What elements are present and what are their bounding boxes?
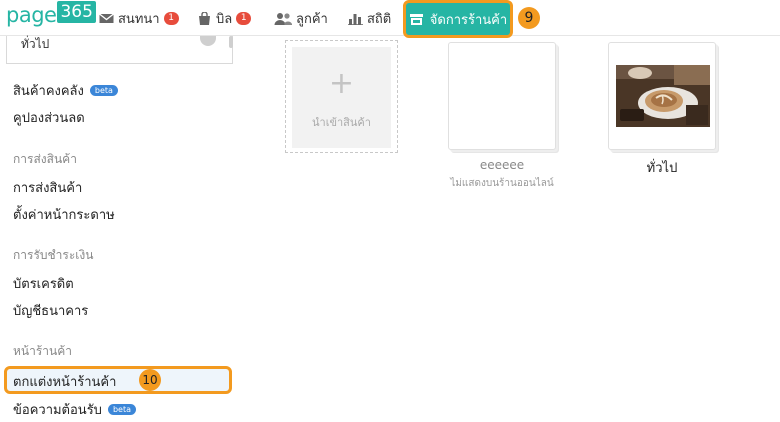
nav-store-label: จัดการร้านค้า [429,12,508,28]
sidebar-item-shipping[interactable]: การส่งสินค้า [13,177,82,198]
category-name: eeeeee [479,158,525,172]
sidebar-heading-shipping: การส่งสินค้า [13,152,77,166]
nav-customers-label: ลูกค้า [296,11,328,27]
sidebar-item-inventory[interactable]: สินค้าคงคลัง beta [13,80,118,101]
scrollbar-thumb[interactable] [229,36,233,48]
category-hidden-note: ไม่แสดงบนร้านออนไลน์ [450,178,554,189]
nav-stats-label: สถิติ [367,11,392,27]
plus-icon: + [328,66,355,101]
shopping-bag-icon [197,10,212,25]
nav-bill-label: บิล [216,11,233,27]
sidebar-item-credit-card[interactable]: บัตรเครดิต [13,273,74,294]
sidebar-item-page-settings[interactable]: ตั้งค่าหน้ากระดาษ [13,204,115,225]
sidebar: ทั่วไป สินค้าคงคลัง beta คูปองส่วนลด การส… [0,36,240,422]
sidebar-item-bank-account[interactable]: บัญชีธนาคาร [13,300,88,321]
beta-badge: beta [107,404,136,415]
users-icon [274,12,292,25]
top-navigation-bar: page 365 สนทนา 1 บิล 1 ลูกค้า สถิติ จัดกา… [0,0,780,38]
select-clear-icon[interactable] [200,36,216,46]
sidebar-item-label: ข้อความต้อนรับ [13,403,102,418]
nav-stats[interactable]: สถิติ [348,0,391,36]
step-10-marker: 10 [139,369,161,391]
category-card-general[interactable] [608,42,716,150]
storefront-icon [409,13,424,26]
nav-store-manage[interactable]: จัดการร้านค้า [403,0,513,38]
bill-count-badge: 1 [236,11,252,25]
sidebar-item-coupons[interactable]: คูปองส่วนลด [13,107,85,128]
sidebar-item-label: สินค้าคงคลัง [13,84,84,99]
beta-badge: beta [89,85,118,96]
nav-customers[interactable]: ลูกค้า [274,0,328,36]
logo-text: page [6,3,57,27]
category-select-value: ทั่วไป [21,37,50,51]
chat-count-badge: 1 [163,11,179,25]
envelope-icon [99,12,114,25]
category-cover-image [616,65,710,127]
sidebar-item-welcome-message[interactable]: ข้อความต้อนรับ beta [13,399,136,420]
category-name: ทั่วไป [646,161,678,176]
logo-number: 365 [57,1,96,23]
step-9-marker: 9 [518,7,540,29]
category-card-eeeeee[interactable] [448,42,556,150]
bar-chart-icon [348,12,363,25]
sidebar-item-decorate-store[interactable]: ตกแต่งหน้าร้านค้า [13,371,116,392]
nav-chat[interactable]: สนทนา 1 [99,0,179,36]
sidebar-heading-storefront: หน้าร้านค้า [13,344,73,358]
import-products-card[interactable]: + นำเข้าสินค้า [285,40,398,153]
nav-chat-label: สนทนา [118,11,160,27]
nav-bill[interactable]: บิล 1 [197,0,252,36]
sidebar-heading-payment: การรับชำระเงิน [13,248,94,262]
page365-logo[interactable]: page 365 [6,1,96,33]
import-products-inner: + นำเข้าสินค้า [292,47,391,148]
import-products-label: นำเข้าสินค้า [312,116,371,129]
category-select[interactable]: ทั่วไป [6,36,233,64]
